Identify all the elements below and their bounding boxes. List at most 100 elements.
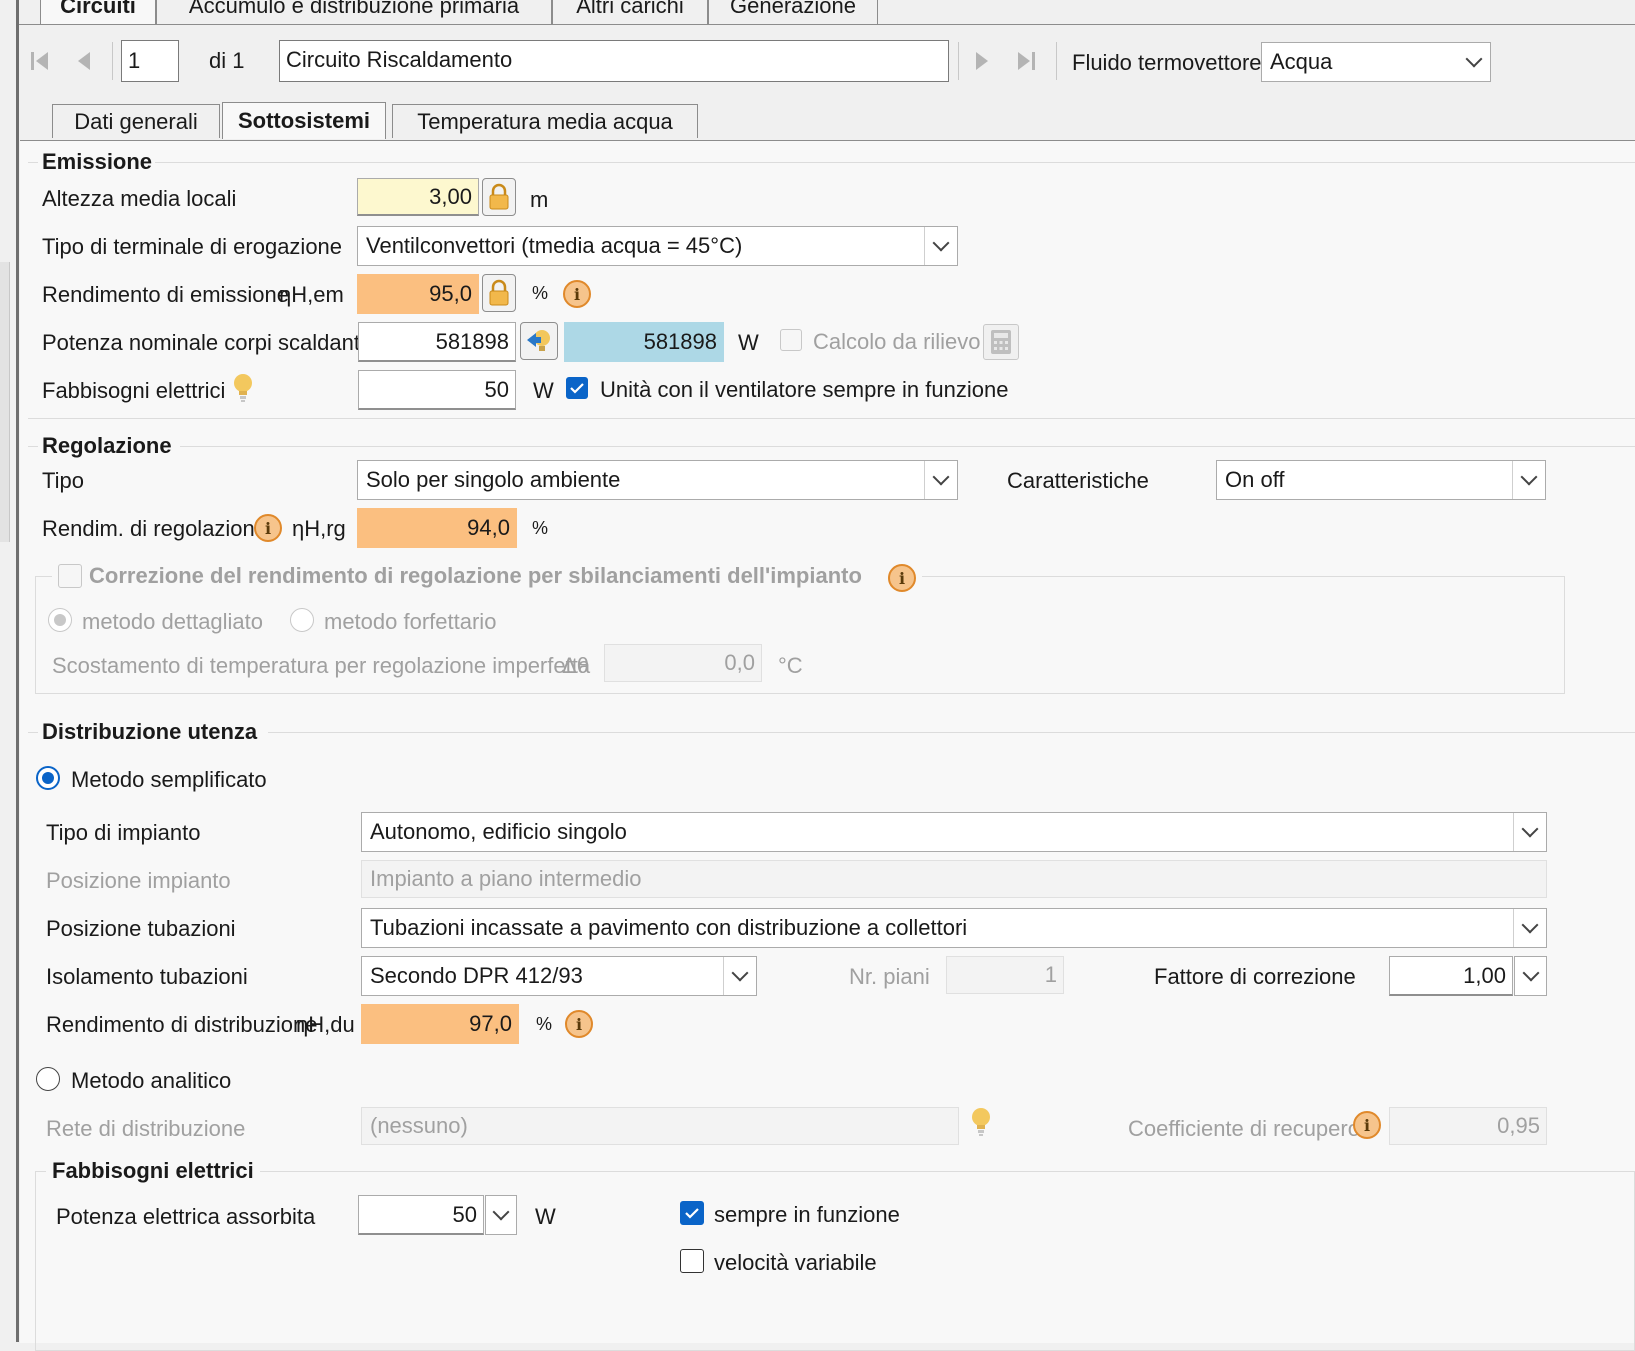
previous-record-icon[interactable] — [72, 46, 96, 76]
chevron-down-icon — [924, 227, 957, 265]
fabbisogni-label: Fabbisogni elettrici — [42, 378, 226, 403]
lock-icon[interactable] — [482, 274, 516, 312]
scostamento-symbol: Δθ — [562, 653, 589, 678]
potenza-elettrica-label: Potenza elettrica assorbita — [56, 1204, 316, 1229]
rete-field[interactable]: (nessuno) — [361, 1107, 959, 1145]
altezza-unit: m — [530, 187, 549, 212]
nr-piani-input[interactable]: 1 — [946, 956, 1064, 994]
rendimento-regolazione-input[interactable]: 94,0 — [357, 508, 517, 548]
next-record-icon[interactable] — [970, 46, 994, 76]
tipo-impianto-select[interactable]: Autonomo, edificio singolo — [361, 812, 1547, 852]
info-icon[interactable]: i — [254, 514, 282, 542]
coeff-input[interactable]: 0,95 — [1389, 1107, 1547, 1145]
rilievo-label: Calcolo da rilievo — [813, 329, 981, 354]
tab-circuiti[interactable]: Circuiti — [40, 0, 156, 24]
chevron-down-icon — [1512, 461, 1545, 499]
rendimento-emissione-symbol: ηH,em — [279, 282, 344, 307]
tab-sottosistemi[interactable]: Sottosistemi — [222, 102, 386, 139]
tab-temperatura-media-acqua[interactable]: Temperatura media acqua — [392, 104, 698, 138]
altezza-input[interactable]: 3,00 — [357, 178, 479, 216]
posizione-tubazioni-select[interactable]: Tubazioni incassate a pavimento con dist… — [361, 908, 1547, 948]
fluid-label: Fluido termovettore — [1072, 50, 1262, 75]
altezza-label: Altezza media locali — [42, 186, 237, 211]
coeff-label: Coefficiente di recupero — [1128, 1116, 1360, 1141]
velocita-variabile-checkbox[interactable] — [680, 1249, 704, 1273]
chevron-down-icon — [1513, 813, 1546, 851]
lock-icon[interactable] — [482, 178, 516, 216]
fluid-select[interactable]: Acqua — [1261, 42, 1491, 82]
sempre-funzione-checkbox[interactable] — [680, 1201, 704, 1225]
nav-separator — [1056, 42, 1057, 80]
chevron-down-icon — [924, 461, 957, 499]
circuit-name-input[interactable]: Circuito Riscaldamento — [279, 40, 949, 82]
distribuzione-title: Distribuzione utenza — [42, 719, 258, 744]
info-icon[interactable]: i — [888, 564, 916, 592]
lightbulb-icon[interactable] — [968, 1106, 994, 1144]
calculator-icon[interactable] — [983, 324, 1019, 360]
record-number-input[interactable]: 1 — [121, 40, 179, 82]
tab-dati-generali[interactable]: Dati generali — [52, 104, 220, 138]
chevron-down-icon — [486, 1196, 516, 1234]
fabbisogni-input[interactable]: 50 — [358, 370, 516, 410]
rilievo-checkbox[interactable] — [780, 329, 802, 351]
info-icon[interactable]: i — [1353, 1111, 1381, 1139]
correzione-checkbox[interactable] — [58, 564, 82, 588]
fattore-dropdown[interactable] — [1514, 956, 1547, 996]
caratteristiche-label: Caratteristiche — [1007, 468, 1149, 493]
rendimento-distribuzione-label: Rendimento di distribuzione — [46, 1012, 318, 1037]
chevron-down-icon — [1515, 957, 1546, 995]
potenza-elettrica-input[interactable]: 50 — [358, 1195, 484, 1235]
ventilatore-label: Unità con il ventilatore sempre in funzi… — [600, 377, 1009, 402]
rendimento-distribuzione-symbol: ηH,du — [296, 1012, 355, 1037]
tab-accumulo[interactable]: Accumulo e distribuzione primaria — [156, 0, 552, 24]
potenza-unit: W — [738, 330, 759, 355]
ventilatore-checkbox[interactable] — [566, 377, 588, 399]
metodo-analitico-radio[interactable] — [36, 1067, 60, 1091]
group-divider — [268, 732, 1635, 733]
scostamento-label: Scostamento di temperatura per regolazio… — [52, 653, 591, 678]
splitter[interactable] — [16, 0, 19, 1342]
nav-separator — [958, 42, 959, 80]
metodo-semplificato-radio[interactable] — [36, 766, 60, 790]
group-divider — [28, 446, 38, 447]
copy-value-icon[interactable] — [520, 322, 558, 360]
chevron-down-icon — [1458, 43, 1490, 81]
group-divider — [28, 162, 38, 163]
last-record-icon[interactable] — [1014, 46, 1038, 76]
chevron-down-icon — [723, 957, 756, 995]
nr-piani-label: Nr. piani — [849, 964, 930, 989]
scostamento-input[interactable]: 0,0 — [604, 644, 762, 682]
tipo-impianto-label: Tipo di impianto — [46, 820, 201, 845]
first-record-icon[interactable] — [28, 46, 52, 76]
rendimento-distribuzione-input[interactable]: 97,0 — [361, 1004, 519, 1044]
rendimento-emissione-input[interactable]: 95,0 — [357, 274, 479, 314]
fattore-input[interactable]: 1,00 — [1389, 956, 1513, 996]
metodo-analitico-label: Metodo analitico — [71, 1068, 232, 1093]
regolazione-tipo-select[interactable]: Solo per singolo ambiente — [357, 460, 958, 500]
info-icon[interactable]: i — [565, 1010, 593, 1038]
nav-separator — [112, 42, 113, 80]
caratteristiche-select[interactable]: On off — [1216, 460, 1546, 500]
regolazione-tipo-label: Tipo — [42, 468, 84, 493]
posizione-impianto-field: Impianto a piano intermedio — [361, 860, 1547, 898]
terminale-label: Tipo di terminale di erogazione — [42, 234, 343, 259]
info-icon[interactable]: i — [563, 280, 591, 308]
metodo-forfettario-radio[interactable] — [290, 608, 314, 632]
posizione-tubazioni-value: Tubazioni incassate a pavimento con dist… — [370, 915, 968, 940]
chevron-down-icon — [1513, 909, 1546, 947]
potenza-input[interactable]: 581898 — [358, 322, 516, 362]
fabbisogni-elettrici-title: Fabbisogni elettrici — [46, 1158, 260, 1184]
tab-altri-carichi[interactable]: Altri carichi — [552, 0, 708, 24]
lightbulb-icon — [230, 372, 256, 410]
regolazione-title: Regolazione — [42, 433, 172, 458]
potenza-elettrica-dropdown[interactable] — [485, 1195, 517, 1235]
velocita-variabile-label: velocità variabile — [714, 1250, 877, 1275]
record-count-label: di 1 — [209, 48, 245, 73]
rendimento-distribuzione-unit: % — [536, 1014, 553, 1034]
tipo-impianto-value: Autonomo, edificio singolo — [370, 819, 627, 844]
metodo-dettagliato-radio[interactable] — [48, 608, 72, 632]
isolamento-select[interactable]: Secondo DPR 412/93 — [361, 956, 757, 996]
rendimento-emissione-unit: % — [532, 283, 549, 303]
terminale-select[interactable]: Ventilconvettori (tmedia acqua = 45°C) — [357, 226, 958, 266]
tab-generazione[interactable]: Generazione — [708, 0, 878, 24]
